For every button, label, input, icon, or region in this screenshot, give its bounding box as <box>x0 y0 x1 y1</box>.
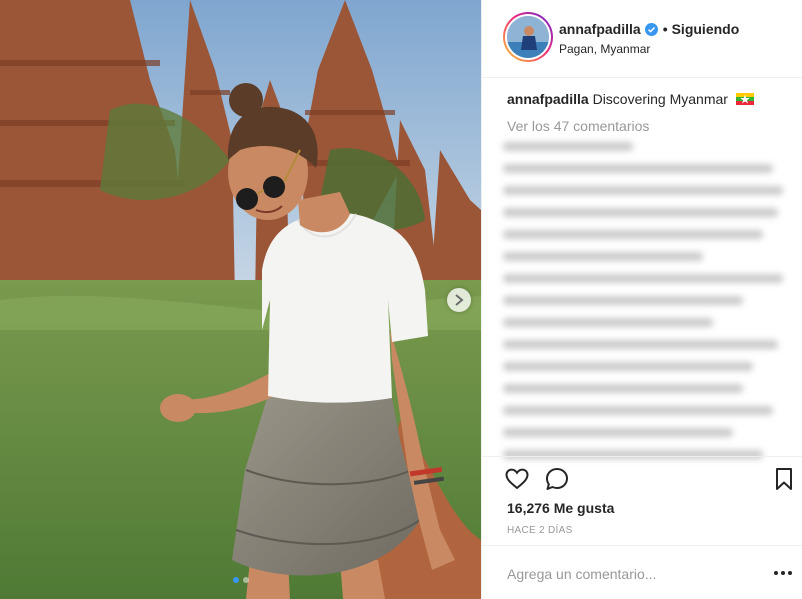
following-button[interactable]: Siguiendo <box>672 21 740 37</box>
avatar[interactable] <box>503 12 553 62</box>
chevron-right-icon <box>455 294 464 306</box>
verified-badge-icon <box>644 22 658 36</box>
carousel-dot-active <box>232 577 239 583</box>
comment-bar <box>482 545 802 599</box>
header-line: annafpadilla • Siguiendo <box>559 21 739 37</box>
heart-icon[interactable] <box>503 465 531 493</box>
view-all-comments-link[interactable]: Ver los 47 comentarios <box>507 118 649 134</box>
header-username[interactable]: annafpadilla <box>559 21 641 37</box>
myanmar-flag-icon <box>735 93 754 105</box>
post-caption: annafpadilla Discovering Myanmar <box>507 91 754 107</box>
caption-username[interactable]: annafpadilla <box>507 91 589 107</box>
blurred-comments <box>503 142 799 459</box>
location-link[interactable]: Pagan, Myanmar <box>559 42 650 56</box>
caption-text: Discovering Myanmar <box>592 91 728 107</box>
carousel-dot <box>242 577 249 583</box>
more-options-icon[interactable] <box>772 562 794 584</box>
post-timestamp[interactable]: HACE 2 DÍAS <box>507 525 573 536</box>
post-sidebar: annafpadilla • Siguiendo Pagan, Myanmar … <box>481 0 802 599</box>
photo-scene <box>0 0 481 599</box>
header-separator: • <box>662 21 668 37</box>
comment-bubble-icon[interactable] <box>543 465 571 493</box>
carousel-indicator <box>0 577 481 583</box>
carousel-next-button[interactable] <box>447 288 471 312</box>
post-photo[interactable] <box>0 0 481 599</box>
bookmark-icon[interactable] <box>770 465 798 493</box>
like-count[interactable]: 16,276 Me gusta <box>507 500 614 516</box>
avatar-image <box>507 16 549 58</box>
comment-input[interactable] <box>507 564 757 584</box>
action-bar <box>482 456 802 500</box>
post-header: annafpadilla • Siguiendo Pagan, Myanmar <box>482 0 802 78</box>
